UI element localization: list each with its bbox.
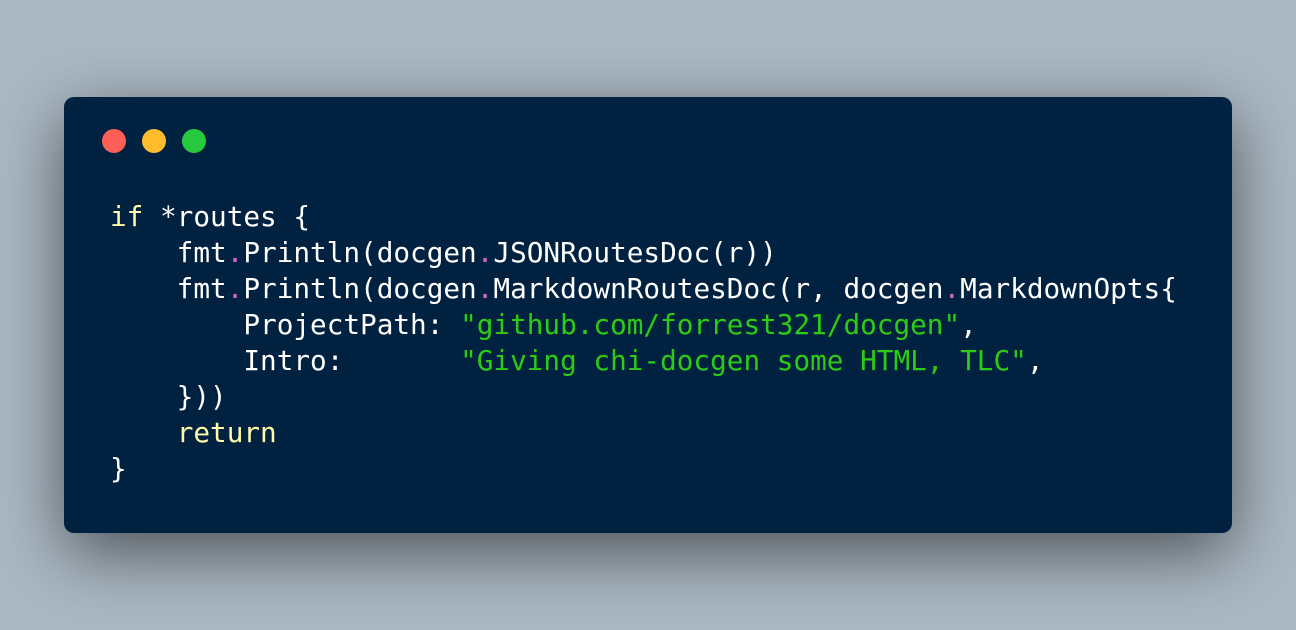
code-block: if *routes { fmt.Println(docgen.JSONRout… — [110, 199, 1177, 487]
code-token-default: JSONRoutesDoc(r)) — [493, 236, 777, 269]
minimize-window-icon[interactable] — [142, 129, 166, 153]
code-token-operator: . — [943, 272, 961, 305]
code-token-string: "github.com/forrest321/docgen" — [460, 308, 961, 341]
close-window-icon[interactable] — [102, 129, 126, 153]
code-token-default: fmt — [110, 272, 227, 305]
code-token-default: })) — [110, 380, 227, 413]
code-token-default: *routes { — [143, 200, 311, 233]
code-token-default: } — [110, 452, 127, 485]
code-token-default: , — [1026, 344, 1044, 377]
code-token-default: MarkdownOpts{ — [960, 272, 1177, 305]
code-line: } — [110, 451, 1177, 487]
code-token-operator: . — [476, 236, 494, 269]
code-window: if *routes { fmt.Println(docgen.JSONRout… — [64, 97, 1232, 533]
code-line: fmt.Println(docgen.MarkdownRoutesDoc(r, … — [110, 271, 1177, 307]
code-token-operator: . — [226, 236, 244, 269]
code-line: return — [110, 415, 1177, 451]
code-token-default: , — [960, 308, 977, 341]
code-token-default: MarkdownRoutesDoc(r, docgen — [493, 272, 944, 305]
code-line: if *routes { — [110, 199, 1177, 235]
maximize-window-icon[interactable] — [182, 129, 206, 153]
code-token-default: fmt — [110, 236, 227, 269]
code-line: Intro: "Giving chi-docgen some HTML, TLC… — [110, 343, 1177, 379]
code-token-default: Println(docgen — [243, 272, 477, 305]
window-controls — [102, 129, 206, 153]
code-token-default: Println(docgen — [243, 236, 477, 269]
code-token-string: "Giving chi-docgen some HTML, TLC" — [460, 344, 1027, 377]
code-token-default: ProjectPath: — [110, 308, 461, 341]
code-line: })) — [110, 379, 1177, 415]
code-token-operator: . — [226, 272, 244, 305]
code-token-operator: . — [476, 272, 494, 305]
code-line: fmt.Println(docgen.JSONRoutesDoc(r)) — [110, 235, 1177, 271]
code-token-default: Intro: — [110, 344, 461, 377]
code-token-keyword: return — [176, 416, 277, 449]
code-line: ProjectPath: "github.com/forrest321/docg… — [110, 307, 1177, 343]
code-token-default — [110, 416, 177, 449]
code-token-keyword: if — [110, 200, 144, 233]
